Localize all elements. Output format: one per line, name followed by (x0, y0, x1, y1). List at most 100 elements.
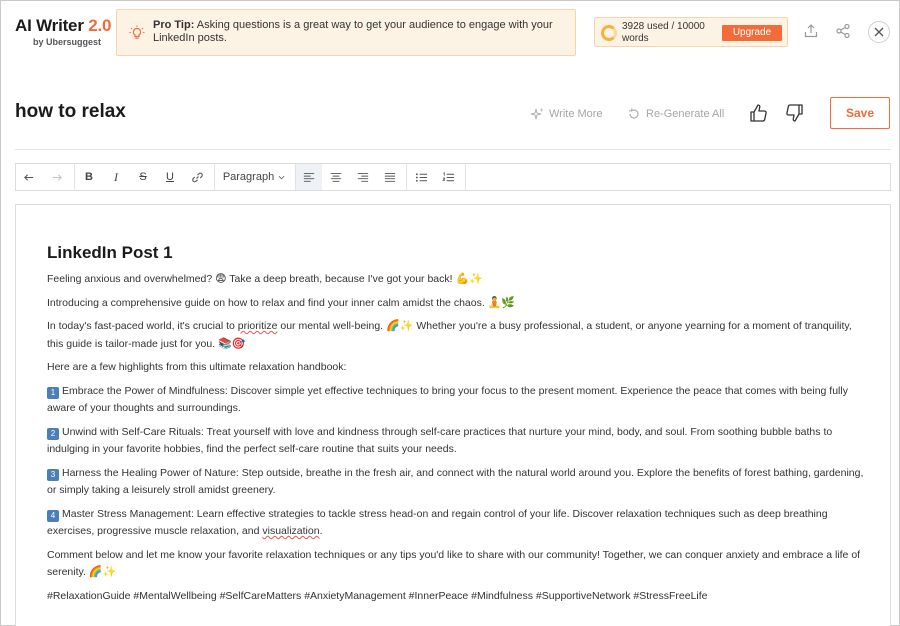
link-button[interactable] (184, 164, 210, 190)
chevron-down-icon (278, 175, 285, 179)
export-icon[interactable] (803, 23, 819, 39)
text: . (319, 525, 323, 537)
strikethrough-icon: S (139, 171, 147, 183)
paragraph: Comment below and let me know your favor… (47, 547, 867, 582)
list-item: 4 Master Stress Management: Learn effecti… (47, 506, 867, 541)
italic-icon: I (114, 169, 118, 184)
text: Take a deep breath, because I've got you… (226, 273, 456, 285)
list-item-text: Embrace the Power of Mindfulness: Discov… (47, 384, 848, 415)
pro-tip-label: Pro Tip: (153, 19, 195, 31)
toolbar-separator (214, 164, 215, 190)
flex-sparkle-emoji: 💪✨ (455, 273, 483, 285)
lightbulb-icon (129, 25, 145, 39)
list-item-text: Harness the Healing Power of Nature: Ste… (47, 466, 864, 497)
close-button[interactable] (868, 21, 890, 43)
top-bar: AI Writer 2.0 by Ubersuggest Pro Tip: As… (1, 1, 900, 64)
brand-name: AI Writer (15, 16, 84, 35)
pro-tip-banner: Pro Tip: Asking questions is a great way… (116, 9, 576, 56)
text: In today's fast-paced world, it's crucia… (47, 320, 238, 332)
regenerate-all-button[interactable]: Re-Generate All (627, 107, 724, 121)
keycap-number-badge: 4 (47, 509, 59, 522)
app-window: AI Writer 2.0 by Ubersuggest Pro Tip: As… (0, 0, 900, 626)
undo-icon (23, 173, 33, 181)
editor-toolbar: B I S U Paragraph (15, 163, 891, 191)
align-justify-button[interactable] (377, 164, 403, 190)
paragraph: Here are a few highlights from this ulti… (47, 359, 867, 377)
text: Comment below and let me know your favor… (47, 548, 861, 579)
save-button[interactable]: Save (830, 97, 890, 129)
keycap-number-badge: 3 (47, 468, 59, 481)
redo-icon (52, 173, 62, 181)
paragraph: Feeling anxious and overwhelmed? 😨 Take … (47, 271, 867, 289)
usage-progress-ring (601, 25, 617, 41)
document-title: how to relax (15, 101, 126, 122)
text: Here are a few highlights from this ulti… (47, 361, 347, 373)
align-justify-icon (384, 173, 396, 182)
bullet-list-icon (415, 172, 427, 182)
brand-title: AI Writer 2.0 (15, 16, 112, 36)
align-right-icon (357, 173, 369, 182)
text: our mental well-being. (277, 320, 387, 332)
keycap-number-badge: 1 (47, 386, 59, 399)
brand-version: 2.0 (88, 16, 112, 35)
write-more-button[interactable]: Write More (530, 107, 603, 121)
bullet-list-button[interactable] (408, 164, 434, 190)
underline-icon: U (166, 171, 174, 183)
paragraph-style-select[interactable]: Paragraph (216, 164, 292, 190)
books-target-emoji: 📚🎯 (218, 337, 246, 350)
post-content: LinkedIn Post 1 Feeling anxious and over… (47, 243, 867, 611)
misspelled-word: visualization (262, 525, 320, 537)
link-icon (191, 172, 203, 182)
keycap-number-badge: 2 (47, 427, 59, 440)
thumbs-down-icon[interactable] (784, 103, 804, 123)
numbered-list-button[interactable] (435, 164, 461, 190)
pro-tip-body: Asking questions is a great way to get y… (153, 19, 553, 44)
header-divider (15, 149, 891, 150)
text: Feeling anxious and overwhelmed? (47, 273, 216, 285)
paragraph: In today's fast-paced world, it's crucia… (47, 318, 867, 353)
brand-logo: AI Writer 2.0 by Ubersuggest (15, 16, 112, 47)
write-more-label: Write More (549, 107, 603, 120)
paragraph: Introducing a comprehensive guide on how… (47, 295, 867, 313)
rainbow-sparkle-emoji: 🌈✨ (386, 320, 414, 332)
toolbar-separator (465, 164, 466, 190)
bold-button[interactable]: B (76, 164, 102, 190)
anxious-face-emoji: 😨 (215, 273, 227, 285)
strikethrough-button[interactable]: S (130, 164, 156, 190)
align-left-button[interactable] (296, 164, 322, 190)
regenerate-label: Re-Generate All (646, 107, 725, 120)
list-item: 1 Embrace the Power of Mindfulness: Disco… (47, 383, 867, 418)
underline-button[interactable]: U (157, 164, 183, 190)
sparkle-icon (530, 108, 544, 120)
italic-button[interactable]: I (103, 164, 129, 190)
list-item: 2 Unwind with Self-Care Rituals: Treat yo… (47, 424, 867, 459)
redo-button[interactable] (43, 164, 69, 190)
undo-button[interactable] (16, 164, 42, 190)
meditation-herb-emoji: 🧘🌿 (487, 296, 516, 309)
pro-tip-text: Pro Tip: Asking questions is a great way… (153, 19, 563, 45)
brand-subtitle: by Ubersuggest (33, 37, 102, 47)
close-icon (874, 27, 884, 37)
text: Introducing a comprehensive guide on how… (47, 296, 488, 309)
share-icon[interactable] (835, 23, 851, 39)
paragraph-style-label: Paragraph (222, 171, 275, 183)
usage-text: 3928 used / 10000 words (622, 21, 705, 44)
thumbs-up-icon[interactable] (749, 103, 769, 123)
toolbar-separator (406, 164, 407, 190)
regenerate-icon (628, 108, 639, 119)
post-title: LinkedIn Post 1 (47, 243, 173, 262)
list-item: 3 Harness the Healing Power of Nature: St… (47, 465, 867, 500)
hashtags: #RelaxationGuide #MentalWellbeing #SelfC… (47, 589, 708, 602)
align-left-icon (303, 173, 315, 182)
align-center-button[interactable] (323, 164, 349, 190)
list-item-text: Master Stress Management: Learn effectiv… (47, 507, 828, 538)
misspelled-word: prioritize (237, 320, 278, 332)
word-usage-panel: 3928 used / 10000 words Upgrade (594, 17, 788, 47)
rainbow-sparkle-emoji: 🌈✨ (88, 566, 117, 578)
list-item-text: Unwind with Self-Care Rituals: Treat you… (47, 425, 833, 456)
toolbar-separator (74, 164, 75, 190)
editor-content-area[interactable]: LinkedIn Post 1 Feeling anxious and over… (15, 204, 891, 626)
align-right-button[interactable] (350, 164, 376, 190)
bold-icon: B (85, 171, 93, 183)
upgrade-button[interactable]: Upgrade (722, 25, 782, 41)
